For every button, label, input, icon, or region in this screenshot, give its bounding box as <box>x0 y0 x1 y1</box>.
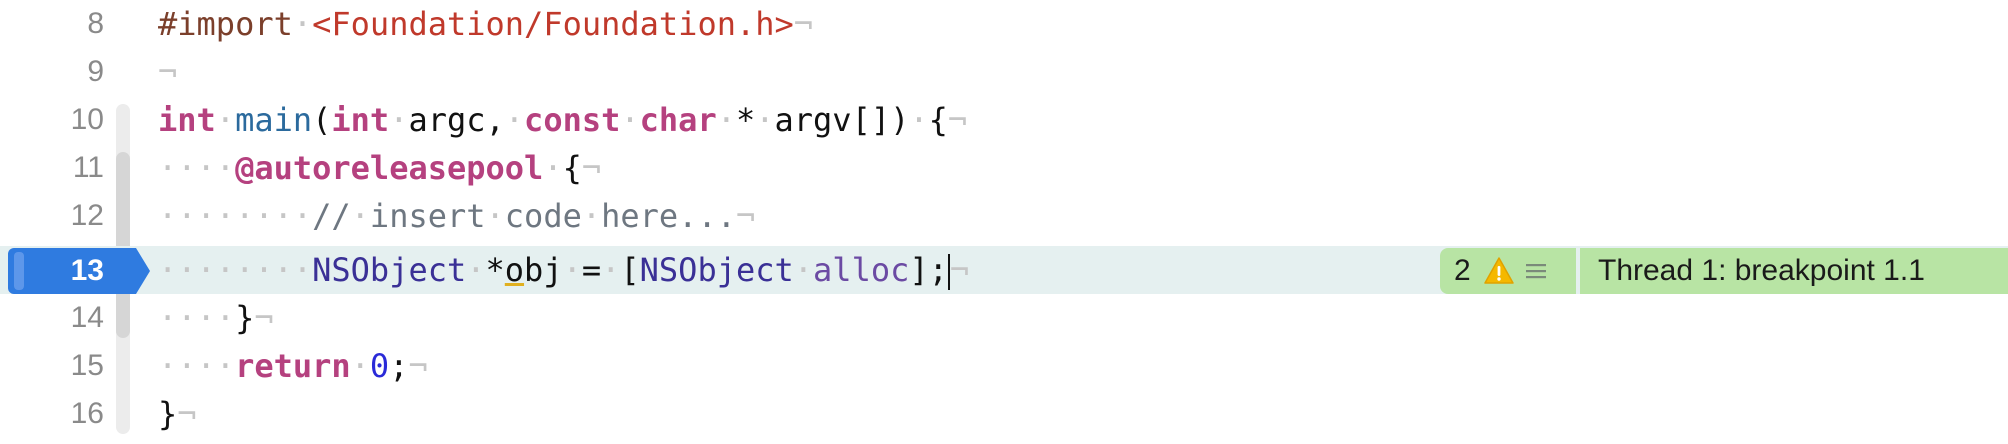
issue-count-badge[interactable]: 2 <box>1440 248 1576 294</box>
code-text: ····@autoreleasepool·{¬ <box>158 149 602 187</box>
thread-breakpoint-banner[interactable]: Thread 1: breakpoint 1.1 <box>1580 248 2008 294</box>
source-editor[interactable]: 8 #import·<Foundation/Foundation.h>¬ 9 ¬… <box>0 0 2008 444</box>
code-line[interactable]: 14 ····}¬ <box>0 294 2008 342</box>
code-text: ········//·insert·code·here...¬ <box>158 197 756 235</box>
code-text: }¬ <box>158 395 197 433</box>
code-text: int·main(int·argc,·const·char·*·argv[])·… <box>158 101 968 139</box>
code-text: ····return·0;¬ <box>158 347 428 385</box>
list-menu-icon <box>1525 264 1546 279</box>
line-number[interactable]: 10 <box>0 96 104 144</box>
code-line[interactable]: 10 int·main(int·argc,·const·char·*·argv[… <box>0 96 2008 144</box>
line-number[interactable]: 16 <box>0 390 104 438</box>
issue-count: 2 <box>1454 254 1471 287</box>
line-number[interactable]: 15 <box>0 342 104 390</box>
line-number[interactable]: 14 <box>0 294 104 342</box>
warning-underline[interactable]: o <box>505 251 524 289</box>
line-number[interactable]: 8 <box>0 0 104 48</box>
line-number[interactable]: 11 <box>0 144 104 192</box>
code-line[interactable]: 15 ····return·0;¬ <box>0 342 2008 390</box>
code-text: ········NSObject·*obj·=·[NSObject·alloc]… <box>158 251 970 290</box>
code-text: ¬ <box>158 53 178 91</box>
breakpoint-arrow-icon <box>136 248 150 294</box>
breakpoint-marker[interactable]: 13 <box>8 248 150 294</box>
code-line[interactable]: 8 #import·<Foundation/Foundation.h>¬ <box>0 0 2008 48</box>
breakpoint-line-number: 13 <box>70 254 104 287</box>
code-line[interactable]: 9 ¬ <box>0 48 2008 96</box>
code-line[interactable]: 12 ········//·insert·code·here...¬ <box>0 192 2008 240</box>
code-text: #import·<Foundation/Foundation.h>¬ <box>158 5 814 43</box>
code-text: ····}¬ <box>158 299 274 337</box>
code-line[interactable]: 11 ····@autoreleasepool·{¬ <box>0 144 2008 192</box>
line-number[interactable]: 9 <box>0 48 104 96</box>
line-number[interactable]: 12 <box>0 192 104 240</box>
code-line[interactable]: 16 }¬ <box>0 390 2008 438</box>
warning-triangle-icon <box>1483 257 1514 284</box>
